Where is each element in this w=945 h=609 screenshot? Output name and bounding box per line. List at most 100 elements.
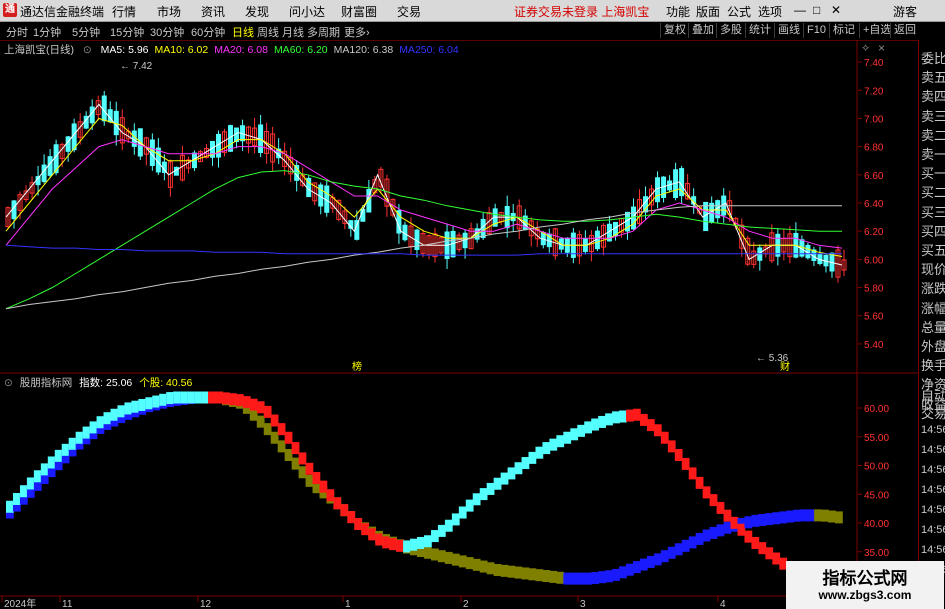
- stock-band-step: [667, 440, 676, 453]
- period-5min[interactable]: 5分钟: [72, 24, 100, 40]
- overlay-button[interactable]: 叠加: [688, 23, 717, 38]
- stock-band-step: [737, 523, 746, 536]
- stock-band-step: [138, 398, 147, 411]
- menu-ask[interactable]: 问小达: [289, 3, 325, 20]
- candle-body: [41, 164, 47, 183]
- stock-band-step: [6, 500, 14, 513]
- adjust-button[interactable]: 复权: [660, 23, 689, 38]
- ma-line-ma10: [5, 117, 843, 257]
- stock-band-step: [396, 539, 404, 552]
- side-label: 买二: [921, 185, 945, 201]
- chart-area[interactable]: 7.40 7.20 7.00 6.80 6.60 6.40 6.20 6.00 5.80 5.60…: [0, 40, 918, 609]
- index-band-step: [542, 570, 551, 583]
- candle-body: [47, 156, 53, 176]
- side-label: 卖一: [921, 147, 945, 162]
- stock-band-step: [312, 472, 321, 484]
- menu-wealth[interactable]: 财富圈: [341, 3, 377, 20]
- ma-line-ma60: [5, 170, 842, 310]
- tick-time: 14:56: [921, 544, 945, 556]
- indicator-tick: 40.00: [864, 519, 889, 530]
- index-band-step: [424, 546, 432, 559]
- period-60min[interactable]: 60分钟: [191, 24, 225, 40]
- side-label: 涨跌: [921, 281, 945, 297]
- side-label: 卖二: [921, 127, 945, 143]
- app-title: 通达信金融终端: [20, 5, 105, 19]
- finance-marker[interactable]: 财: [780, 360, 790, 373]
- side-label: 买一: [921, 166, 945, 182]
- period-daily[interactable]: 日线: [232, 24, 254, 40]
- ma-legend-item: MA20: 6.08: [214, 44, 268, 56]
- indicator-legend: ⊙ 股朋指标网 指数: 25.06 个股: 40.56: [4, 375, 196, 389]
- close-button[interactable]: ✕: [831, 3, 841, 17]
- menu-quotes[interactable]: 行情: [112, 3, 136, 20]
- stock-band-step: [319, 480, 328, 493]
- stock-band-step: [54, 449, 63, 462]
- index-band-step: [514, 566, 523, 579]
- stock-band-step: [424, 535, 432, 548]
- menu-trade[interactable]: 交易: [397, 3, 421, 20]
- period-15min[interactable]: 15分钟: [110, 24, 144, 40]
- indicator-axis: 60.0055.0050.0045.0040.0035.0030.00: [857, 404, 889, 588]
- user-label[interactable]: 游客: [893, 3, 917, 20]
- stock-band-step: [716, 501, 725, 514]
- index-band-step: [584, 572, 592, 585]
- stock-band-step: [33, 470, 42, 483]
- stock-band-step: [75, 431, 84, 444]
- stock-band-step: [653, 424, 662, 437]
- side-tab[interactable]: 自动: [921, 385, 945, 404]
- period-intraday[interactable]: 分时: [6, 24, 28, 40]
- date-axis: 2024年 11 12 1 2 3 4: [1, 596, 726, 609]
- draw-button[interactable]: 画线: [774, 23, 803, 38]
- period-30min[interactable]: 30分钟: [150, 24, 184, 40]
- stats-button[interactable]: 统计: [745, 23, 774, 38]
- price-tick: 6.60: [864, 171, 884, 182]
- index-band-step: [612, 568, 620, 581]
- stock-band-step: [612, 411, 620, 424]
- maximize-button[interactable]: □: [813, 3, 820, 17]
- bang-marker[interactable]: 榜: [352, 360, 362, 373]
- side-label: 卖五: [921, 70, 945, 86]
- index-band-step: [458, 555, 467, 568]
- period-1min[interactable]: 1分钟: [33, 24, 61, 40]
- menu-formula[interactable]: 公式: [727, 3, 751, 20]
- stock-band-step: [389, 538, 397, 551]
- login-status[interactable]: 证券交易未登录 上海凯宝: [514, 3, 649, 20]
- period-weekly[interactable]: 周线: [257, 24, 279, 40]
- minimize-button[interactable]: —: [794, 3, 806, 17]
- watermark-url: www.zbgs3.com: [818, 588, 912, 602]
- side-tab[interactable]: 交易: [921, 403, 945, 422]
- back-button[interactable]: 返回: [890, 23, 919, 38]
- menu-news[interactable]: 资讯: [201, 3, 225, 20]
- legend-toggle-icon[interactable]: ⊙: [83, 44, 92, 56]
- date-tick: 3: [580, 599, 586, 609]
- watermark-title: 指标公式网: [822, 569, 908, 588]
- multi-stock-button[interactable]: 多股: [716, 23, 745, 38]
- menu-layout[interactable]: 版面: [696, 3, 720, 20]
- index-band-step: [779, 511, 788, 524]
- period-multi[interactable]: 多周期: [307, 24, 340, 40]
- period-more[interactable]: 更多›: [344, 24, 370, 40]
- chart-close-icon[interactable]: ×: [878, 41, 885, 55]
- stock-band-step: [709, 494, 718, 507]
- menu-options[interactable]: 选项: [758, 3, 782, 20]
- index-band-step: [549, 570, 558, 583]
- stock-band-step: [486, 482, 495, 495]
- indicator-toggle-icon[interactable]: ⊙: [4, 377, 13, 389]
- stock-band-step: [159, 393, 168, 406]
- f10-button[interactable]: F10: [803, 23, 829, 38]
- ma-legend-item: MA5: 5.96: [100, 44, 149, 56]
- chart-settings-icon[interactable]: ⟡: [862, 42, 869, 55]
- menu-discover[interactable]: 发现: [245, 3, 269, 20]
- stock-band-step: [89, 421, 98, 434]
- stock-band-step: [382, 536, 390, 549]
- mark-button[interactable]: 标记: [829, 23, 858, 38]
- menu-market[interactable]: 市场: [157, 3, 181, 20]
- date-tick: 1: [345, 599, 351, 609]
- stock-band-step: [166, 392, 174, 405]
- index-band-step: [814, 509, 822, 522]
- menu-functions[interactable]: 功能: [666, 3, 690, 20]
- period-monthly[interactable]: 月线: [282, 24, 304, 40]
- stock-band-step: [201, 391, 209, 404]
- index-band-step: [535, 569, 544, 582]
- index-band-step: [305, 474, 314, 487]
